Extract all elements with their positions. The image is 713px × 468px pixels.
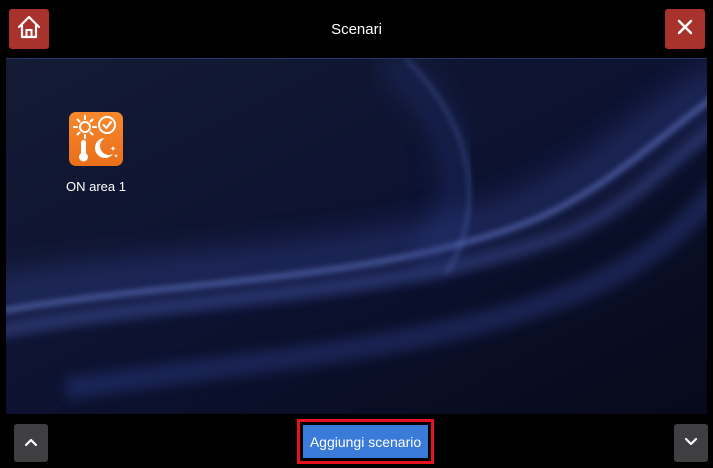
scenario-label: ON area 1 xyxy=(66,179,126,194)
close-button[interactable] xyxy=(665,9,705,49)
top-bar: Scenari xyxy=(0,0,713,58)
chevron-up-icon xyxy=(24,434,38,452)
bottom-bar: Aggiungi scenario xyxy=(0,414,713,468)
home-button[interactable] xyxy=(9,9,49,49)
climate-schedule-icon xyxy=(69,112,123,166)
scroll-up-button[interactable] xyxy=(14,424,48,462)
chevron-down-icon xyxy=(684,434,698,452)
scroll-down-button[interactable] xyxy=(674,424,708,462)
page-title: Scenari xyxy=(331,21,382,38)
home-icon xyxy=(16,14,42,45)
add-scenario-button[interactable]: Aggiungi scenario xyxy=(303,425,428,458)
add-scenario-highlight[interactable]: Aggiungi scenario xyxy=(297,419,434,464)
close-icon xyxy=(676,18,694,41)
scenarios-area: ON area 1 xyxy=(6,58,707,416)
scenarios-screen: Scenari ON area 1 Aggiungi scenario xyxy=(0,0,713,468)
